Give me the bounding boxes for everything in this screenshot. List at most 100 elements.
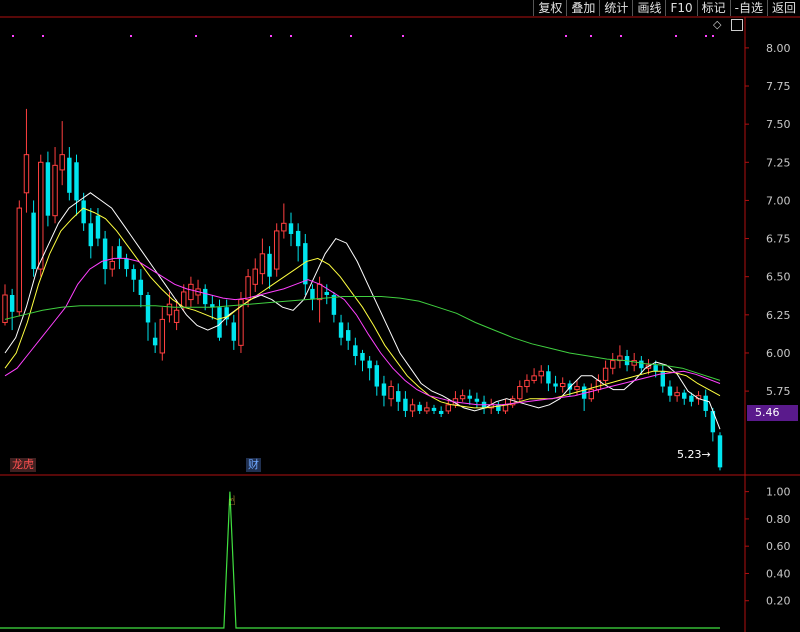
finance-tag[interactable]: 财 bbox=[246, 458, 261, 472]
candle bbox=[710, 407, 716, 442]
candle-body bbox=[23, 154, 30, 194]
candle-body bbox=[52, 164, 58, 217]
candle-body bbox=[474, 398, 480, 402]
candle bbox=[345, 322, 351, 350]
candle bbox=[531, 368, 537, 384]
signal-dot bbox=[565, 35, 567, 37]
candle-body bbox=[553, 383, 558, 387]
candle-body bbox=[674, 392, 680, 397]
candle bbox=[474, 392, 480, 408]
candle-body bbox=[610, 360, 616, 369]
candle bbox=[396, 383, 401, 411]
candle-body bbox=[31, 212, 36, 270]
main-y-tick-label: 6.75 bbox=[766, 233, 791, 246]
candle bbox=[267, 246, 272, 289]
candle-body bbox=[38, 161, 44, 270]
signal-dot bbox=[675, 35, 677, 37]
candle bbox=[617, 345, 623, 369]
candle bbox=[581, 383, 587, 411]
candle bbox=[295, 223, 301, 262]
candle-body bbox=[152, 337, 158, 346]
candle-body bbox=[16, 207, 23, 313]
candle-body bbox=[445, 404, 452, 412]
candle-body bbox=[574, 386, 580, 391]
candle bbox=[159, 307, 166, 361]
candle bbox=[238, 291, 244, 353]
main-y-tick-label: 7.50 bbox=[766, 118, 791, 131]
candle bbox=[431, 404, 437, 414]
candle bbox=[224, 299, 229, 326]
candle bbox=[16, 200, 23, 317]
candle bbox=[9, 288, 15, 331]
candle bbox=[496, 401, 501, 414]
candle-body bbox=[438, 410, 444, 414]
candle bbox=[488, 398, 494, 414]
candle bbox=[67, 147, 72, 201]
candle-body bbox=[524, 379, 530, 388]
candle-body bbox=[45, 162, 51, 216]
candle bbox=[559, 377, 566, 393]
candle-body bbox=[173, 309, 180, 323]
candle bbox=[574, 380, 580, 396]
signal-dot bbox=[42, 35, 44, 37]
candle-body bbox=[417, 404, 422, 411]
candle-body bbox=[374, 365, 380, 387]
candle-body bbox=[231, 322, 237, 341]
candle-body bbox=[653, 365, 658, 372]
candle bbox=[124, 253, 129, 277]
candles bbox=[2, 108, 723, 471]
candle-body bbox=[403, 398, 408, 411]
candle-body bbox=[316, 283, 323, 301]
candle bbox=[438, 406, 444, 418]
candle bbox=[610, 352, 616, 375]
candle-body bbox=[2, 294, 8, 323]
candle-body bbox=[138, 279, 144, 295]
axes: 8.00 7.75 7.50 7.25 7.00 6.75 6.50 6.25 6.00 5.75… bbox=[0, 16, 800, 632]
candle-body bbox=[338, 322, 344, 338]
candle-body bbox=[67, 157, 72, 193]
diamond-icon[interactable]: ◇ bbox=[713, 18, 721, 31]
candle bbox=[217, 299, 222, 341]
ma-line-2 bbox=[4, 257, 721, 406]
candle-body bbox=[639, 360, 644, 369]
ma-line-1 bbox=[4, 207, 721, 409]
signal-dot bbox=[402, 35, 404, 37]
signal-dot bbox=[712, 35, 714, 37]
candle-body bbox=[531, 375, 537, 381]
candle-body bbox=[324, 291, 329, 295]
candle bbox=[381, 375, 387, 407]
candle-body bbox=[95, 215, 101, 239]
candle bbox=[281, 203, 287, 239]
candle-body bbox=[9, 295, 15, 312]
candle-body bbox=[517, 386, 523, 400]
candle bbox=[553, 375, 558, 393]
candle bbox=[259, 238, 266, 285]
ind-y-tick-label: 0.80 bbox=[766, 513, 791, 526]
main-y-tick-label: 8.00 bbox=[766, 42, 791, 55]
candle-body bbox=[252, 268, 258, 285]
candle bbox=[31, 200, 36, 277]
main-y-tick-label: 7.25 bbox=[766, 156, 791, 169]
candle-body bbox=[109, 260, 115, 270]
candle bbox=[660, 365, 666, 393]
hand-cursor-icon: ☝ bbox=[228, 494, 236, 509]
candle-body bbox=[81, 200, 86, 224]
candle bbox=[388, 380, 394, 407]
kline-chart: 8.00 7.75 7.50 7.25 7.00 6.75 6.50 6.25 6.00 5.75… bbox=[0, 16, 800, 632]
window-square-icon[interactable] bbox=[731, 19, 743, 31]
longhu-tag[interactable]: 龙虎 bbox=[10, 458, 36, 472]
candle bbox=[517, 380, 523, 402]
main-y-tick-label: 7.75 bbox=[766, 80, 791, 93]
candle-body bbox=[431, 407, 437, 411]
candle bbox=[524, 374, 530, 393]
candle bbox=[109, 246, 115, 277]
ind-y-tick-label: 0.60 bbox=[766, 540, 791, 553]
candle bbox=[273, 223, 280, 277]
signal-dot bbox=[12, 35, 14, 37]
candle-body bbox=[703, 395, 708, 411]
candle bbox=[409, 398, 416, 418]
candle bbox=[417, 401, 422, 414]
signal-dot bbox=[130, 35, 132, 37]
candle-body bbox=[602, 367, 609, 381]
candle bbox=[310, 284, 315, 311]
